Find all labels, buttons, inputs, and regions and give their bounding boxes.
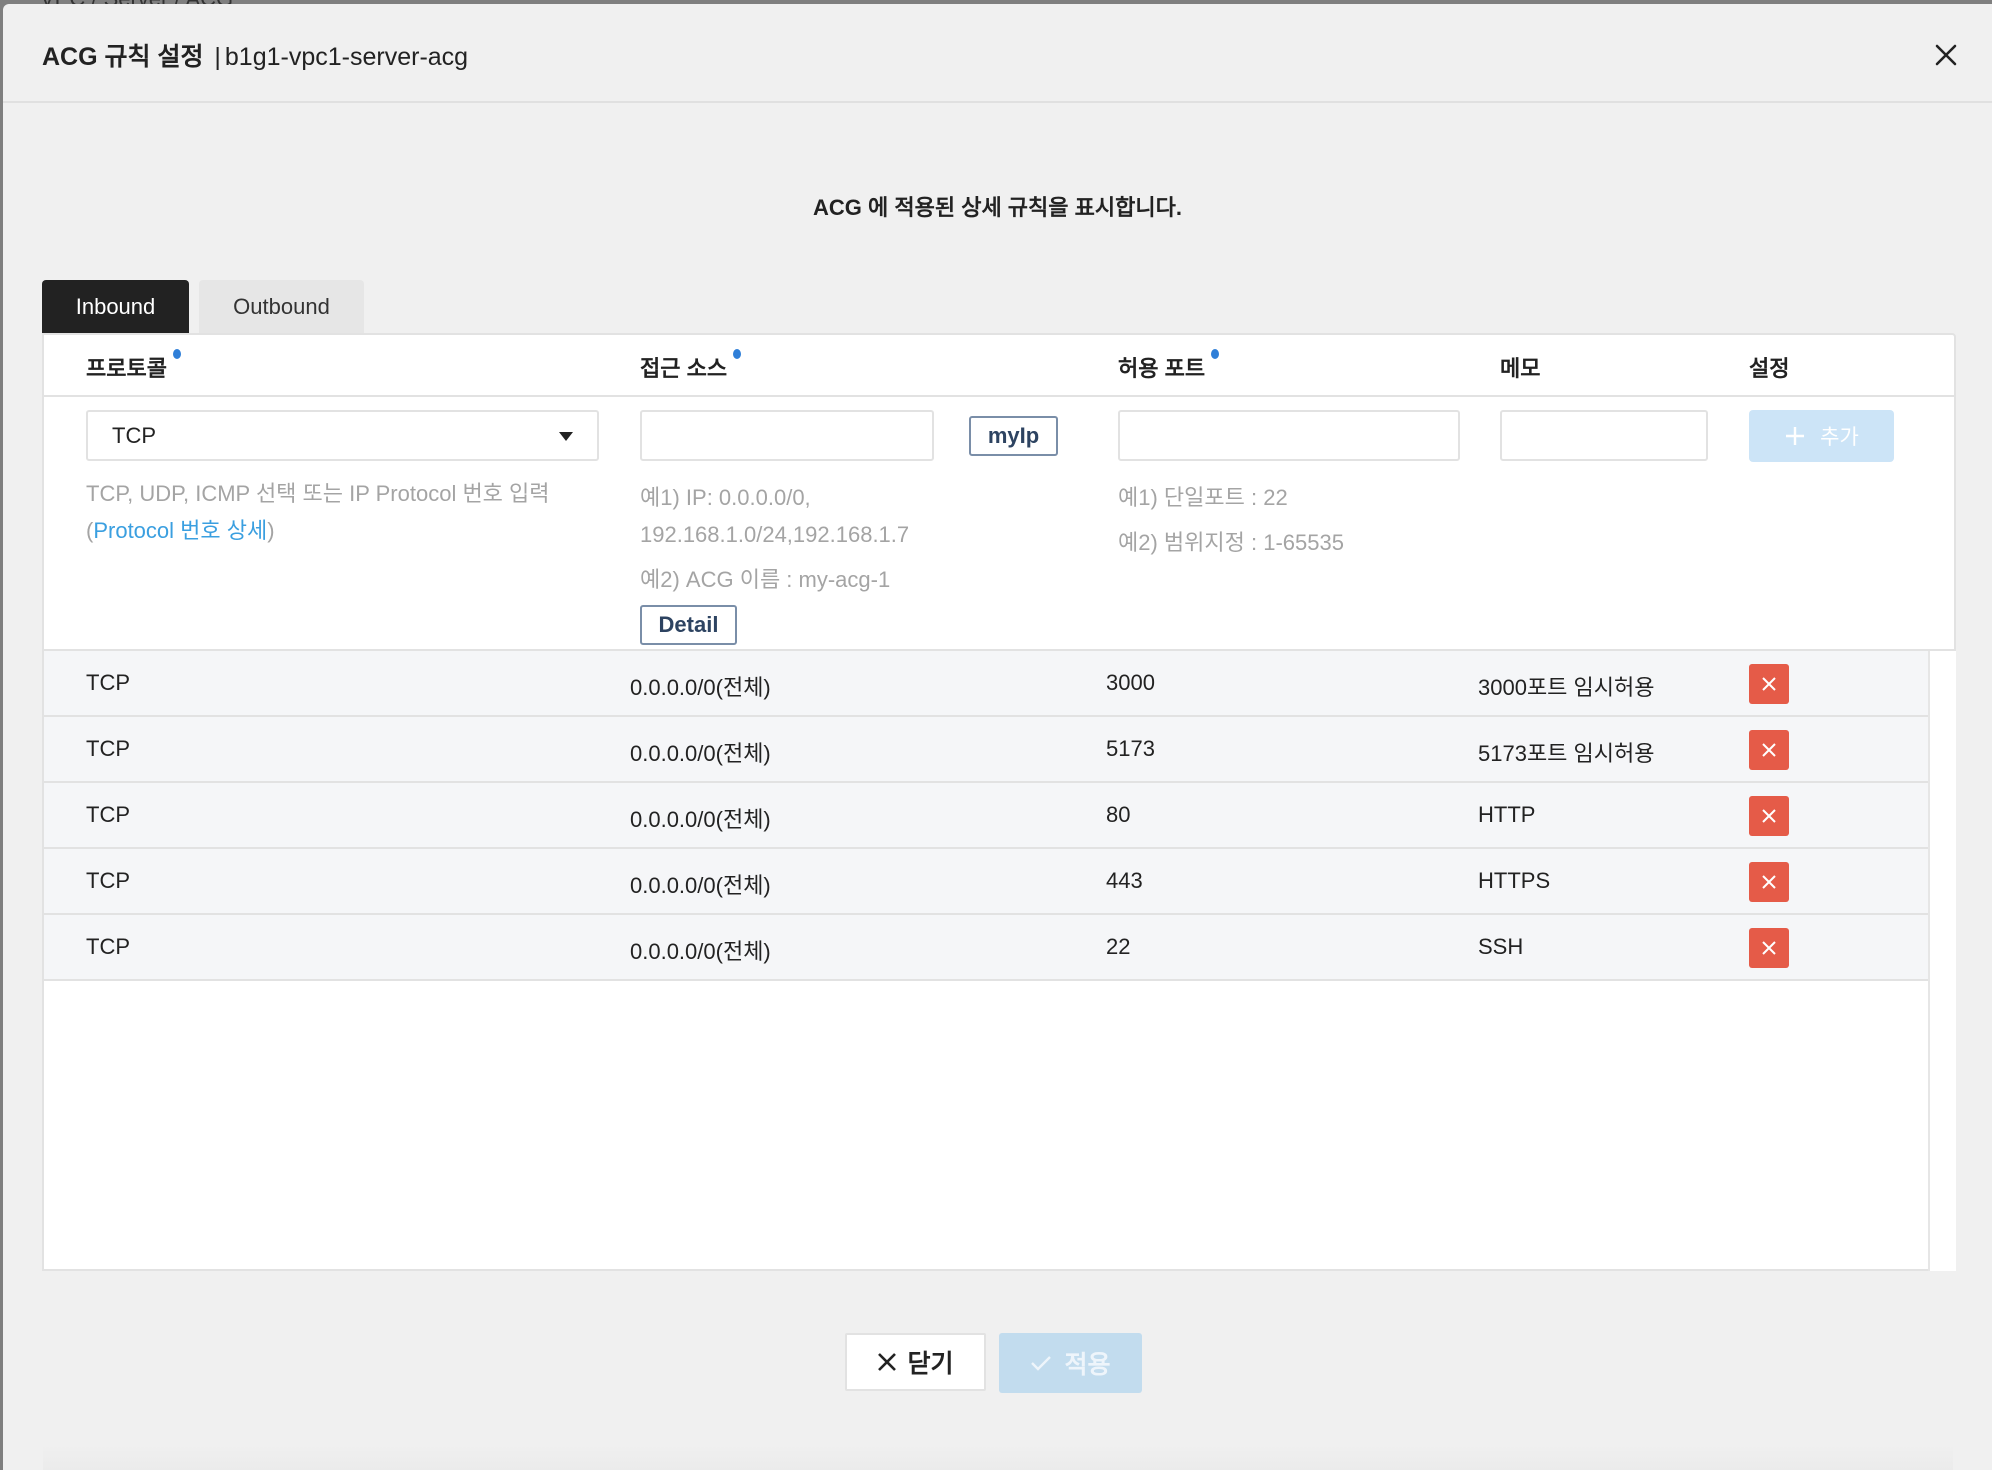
modal-title-main: ACG 규칙 설정 bbox=[42, 43, 204, 71]
delete-x-icon bbox=[1762, 743, 1776, 757]
rule-list: TCP 0.0.0.0/0(전체) 3000 3000포트 임시허용 TCP 0.0.0.… bbox=[44, 651, 1928, 1269]
rule-port: 443 bbox=[1106, 868, 1143, 893]
port-help-example1: 예1) 단일포트 : 22 bbox=[1118, 485, 1288, 510]
tab-outbound[interactable]: Outbound bbox=[199, 280, 364, 334]
rule-source: 0.0.0.0/0(전체) bbox=[630, 873, 771, 898]
rule-source: 0.0.0.0/0(전체) bbox=[630, 939, 771, 964]
required-dot-icon bbox=[733, 349, 742, 359]
direction-tabs: Inbound Outbound bbox=[42, 280, 364, 334]
protocol-help-link-line: (Protocol 번호 상세) bbox=[86, 512, 550, 549]
source-help: 예1) IP: 0.0.0.0/0, 192.168.1.0/24,192.16… bbox=[640, 479, 909, 598]
modal-description: ACG 에 적용된 상세 규칙을 표시합니다. bbox=[813, 195, 1182, 220]
delete-rule-button[interactable] bbox=[1749, 796, 1789, 836]
rule-source: 0.0.0.0/0(전체) bbox=[630, 741, 771, 766]
delete-rule-button[interactable] bbox=[1749, 664, 1789, 704]
close-button[interactable]: 닫기 bbox=[845, 1333, 986, 1391]
new-rule-form: TCP TCP, UDP, ICMP 선택 또는 IP Protocol 번호 … bbox=[44, 397, 1954, 651]
delete-x-icon bbox=[1762, 875, 1776, 889]
rule-row: TCP 0.0.0.0/0(전체) 5173 5173포트 임시허용 bbox=[44, 717, 1928, 783]
rule-source: 0.0.0.0/0(전체) bbox=[630, 675, 771, 700]
modal-footer: 닫기 적용 bbox=[3, 1333, 1992, 1393]
protocol-selected-value: TCP bbox=[112, 422, 156, 448]
port-input[interactable] bbox=[1118, 410, 1460, 461]
source-help-example1-cont: 192.168.1.0/24,192.168.1.7 bbox=[640, 522, 910, 547]
rule-list-scrollbar[interactable] bbox=[1928, 651, 1956, 1271]
header-protocol: 프로토콜 bbox=[86, 349, 181, 383]
rule-memo: HTTPS bbox=[1478, 868, 1551, 893]
memo-input[interactable] bbox=[1500, 410, 1708, 461]
header-port: 허용 포트 bbox=[1118, 349, 1220, 383]
apply-button-label: 적용 bbox=[1064, 1351, 1111, 1379]
check-icon bbox=[1031, 1356, 1052, 1371]
acg-name: b1g1-vpc1-server-acg bbox=[224, 43, 469, 71]
delete-rule-button[interactable] bbox=[1749, 862, 1789, 902]
rule-source: 0.0.0.0/0(전체) bbox=[630, 807, 771, 832]
rule-row: TCP 0.0.0.0/0(전체) 3000 3000포트 임시허용 bbox=[44, 651, 1928, 717]
rule-protocol: TCP bbox=[86, 868, 130, 893]
header-setting: 설정 bbox=[1749, 356, 1790, 381]
rule-memo: 5173포트 임시허용 bbox=[1478, 741, 1655, 766]
tab-inbound[interactable]: Inbound bbox=[42, 280, 189, 334]
rule-row: TCP 0.0.0.0/0(전체) 80 HTTP bbox=[44, 783, 1928, 849]
protocol-help: TCP, UDP, ICMP 선택 또는 IP Protocol 번호 입력 (… bbox=[86, 475, 550, 549]
add-rule-button[interactable]: 추가 bbox=[1749, 410, 1894, 462]
rule-protocol: TCP bbox=[86, 934, 130, 959]
delete-rule-button[interactable] bbox=[1749, 730, 1789, 770]
plus-icon bbox=[1786, 427, 1805, 445]
source-input[interactable] bbox=[640, 410, 934, 461]
title-separator: | bbox=[214, 43, 221, 71]
myip-button[interactable]: myIp bbox=[969, 416, 1058, 456]
table-header: 프로토콜 접근 소스 허용 포트 메모 설정 bbox=[44, 335, 1954, 397]
close-icon[interactable] bbox=[1931, 40, 1961, 70]
source-help-example1: 예1) IP: 0.0.0.0/0, bbox=[640, 485, 811, 510]
paren-close: ) bbox=[267, 518, 275, 543]
modal-title: ACG 규칙 설정 | b1g1-vpc1-server-acg bbox=[42, 37, 468, 73]
delete-x-icon bbox=[1762, 677, 1776, 691]
delete-x-icon bbox=[1762, 941, 1776, 955]
rule-memo: SSH bbox=[1478, 934, 1524, 959]
acg-rule-modal: ACG 규칙 설정 | b1g1-vpc1-server-acg ACG 에 적용… bbox=[3, 4, 1992, 1470]
protocol-number-detail-link[interactable]: Protocol 번호 상세 bbox=[93, 518, 267, 543]
protocol-select[interactable]: TCP bbox=[86, 410, 599, 461]
apply-button[interactable]: 적용 bbox=[999, 1333, 1142, 1393]
rule-row: TCP 0.0.0.0/0(전체) 22 SSH bbox=[44, 915, 1928, 981]
rule-protocol: TCP bbox=[86, 736, 130, 761]
protocol-help-text: TCP, UDP, ICMP 선택 또는 IP Protocol 번호 입력 bbox=[86, 481, 550, 506]
port-help: 예1) 단일포트 : 22 예2) 범위지정 : 1-65535 bbox=[1118, 475, 1344, 565]
caret-down-icon bbox=[559, 432, 573, 441]
modal-header: ACG 규칙 설정 | b1g1-vpc1-server-acg bbox=[3, 4, 1992, 103]
rule-memo: HTTP bbox=[1478, 802, 1536, 827]
required-dot-icon bbox=[1211, 349, 1220, 359]
close-button-label: 닫기 bbox=[907, 1350, 954, 1378]
rule-protocol: TCP bbox=[86, 670, 130, 695]
rule-port: 22 bbox=[1106, 934, 1131, 959]
required-dot-icon bbox=[172, 349, 181, 359]
rule-row: TCP 0.0.0.0/0(전체) 443 HTTPS bbox=[44, 849, 1928, 915]
close-icon bbox=[878, 1353, 897, 1371]
rule-protocol: TCP bbox=[86, 802, 130, 827]
rule-port: 80 bbox=[1106, 802, 1131, 827]
rule-memo: 3000포트 임시허용 bbox=[1478, 675, 1655, 700]
rule-port: 5173 bbox=[1106, 736, 1155, 761]
detail-button[interactable]: Detail bbox=[640, 605, 737, 645]
delete-rule-button[interactable] bbox=[1749, 928, 1789, 968]
header-memo: 메모 bbox=[1500, 356, 1541, 381]
rules-table: 프로토콜 접근 소스 허용 포트 메모 설정 TCP TCP, UDP, ICM… bbox=[42, 333, 1956, 1271]
modal-bottom-edge bbox=[43, 1444, 1953, 1470]
port-help-example2: 예2) 범위지정 : 1-65535 bbox=[1118, 530, 1344, 555]
add-rule-label: 추가 bbox=[1820, 426, 1859, 449]
delete-x-icon bbox=[1762, 809, 1776, 823]
header-source: 접근 소스 bbox=[640, 349, 742, 383]
rule-port: 3000 bbox=[1106, 670, 1155, 695]
source-help-example2: 예2) ACG 이름 : my-acg-1 bbox=[640, 567, 891, 592]
